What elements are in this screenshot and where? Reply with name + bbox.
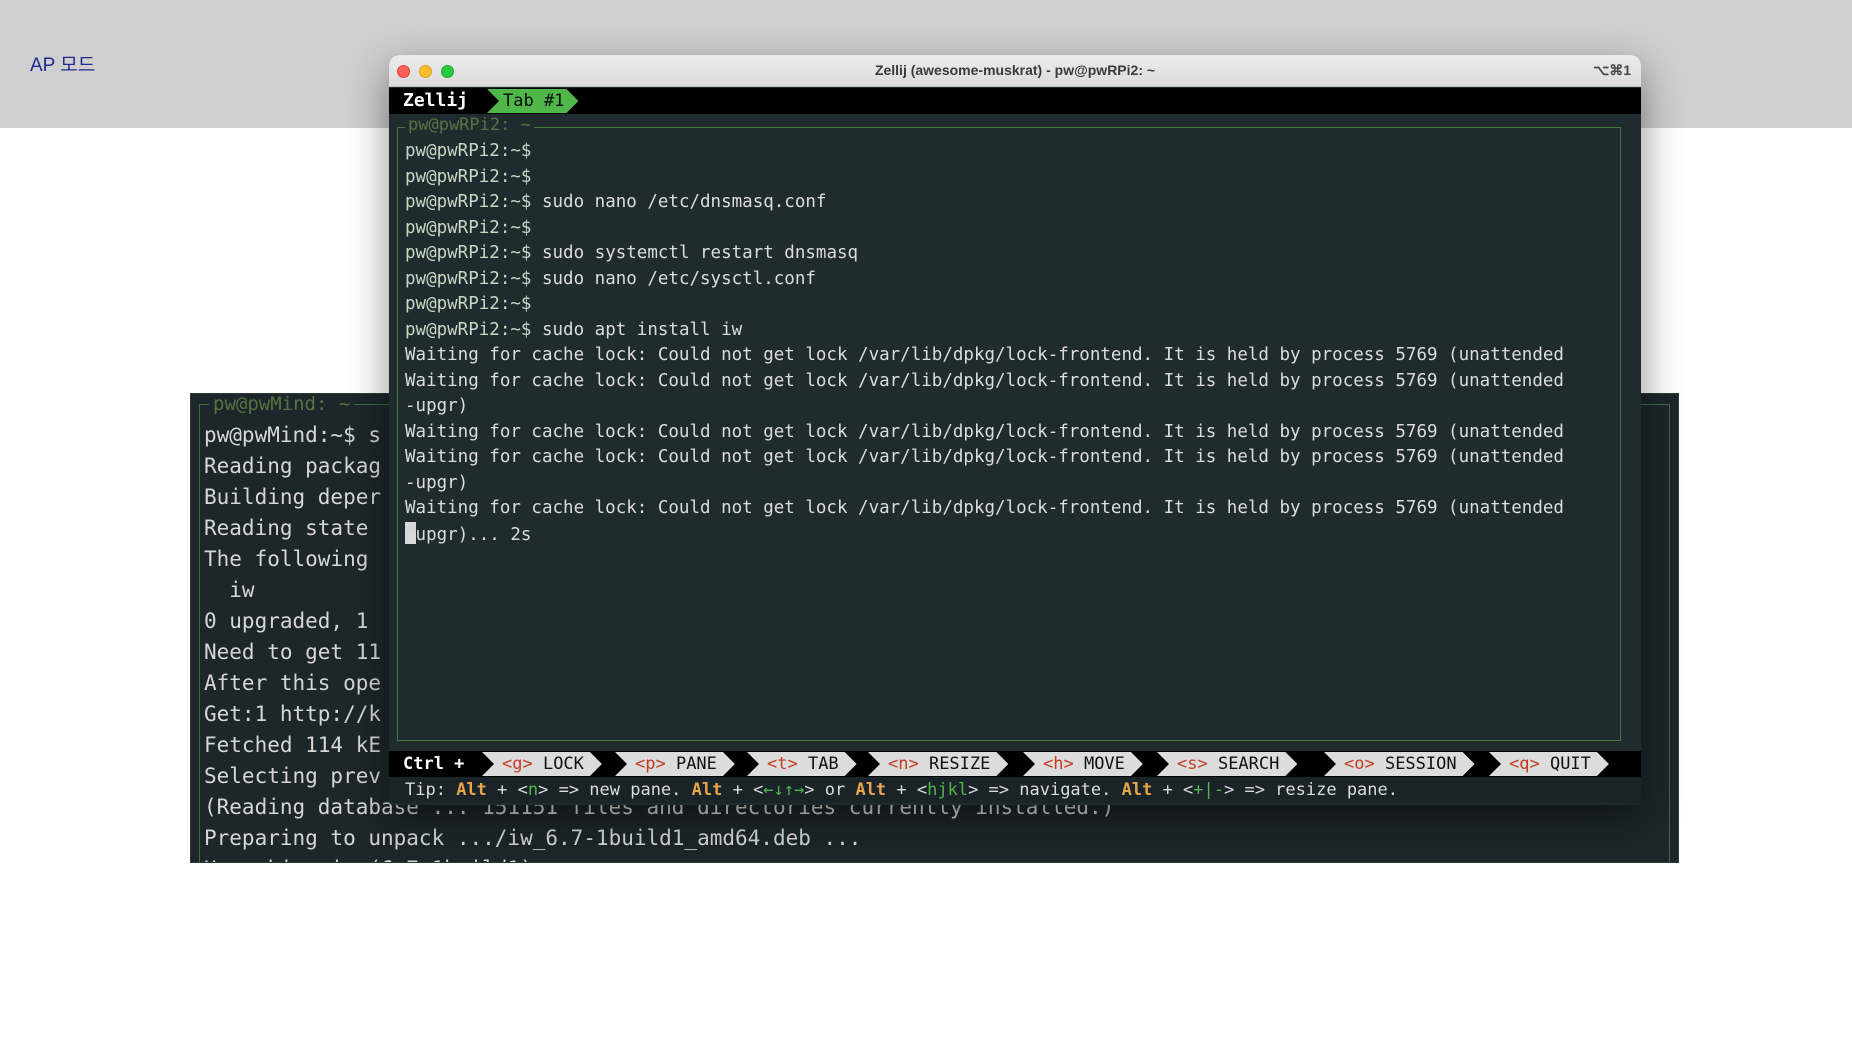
lock-mode-button[interactable]: <g> LOCK [482, 752, 602, 776]
terminal-line: pw@pwRPi2:~$ sudo nano /etc/sysctl.conf [405, 267, 1633, 293]
prompt: pw@pwRPi2:~$ [405, 217, 532, 238]
session-mode-button[interactable]: <o> SESSION [1324, 752, 1475, 776]
prompt: pw@pwRPi2:~$ [405, 141, 532, 161]
background-pane-title: pw@pwMind: ~ [209, 394, 355, 414]
terminal-line: Unpacking iw (6.7-1build1) ... [204, 854, 1668, 862]
quit-button[interactable]: <q> QUIT [1489, 752, 1609, 776]
terminal-line: Waiting for cache lock: Could not get lo… [405, 420, 1633, 446]
output-text: Waiting for cache lock: Could not get lo… [405, 370, 1564, 391]
output-text: Waiting for cache lock: Could not get lo… [405, 421, 1564, 442]
zellij-tip-bar: Tip: Alt + <n> => new pane. Alt + <←↓↑→>… [389, 777, 1641, 803]
prompt: pw@pwRPi2:~$ [405, 166, 532, 187]
resize-mode-button[interactable]: <n> RESIZE [868, 752, 1008, 776]
terminal-line: Waiting for cache lock: Could not get lo… [405, 343, 1633, 369]
window-title: Zellij (awesome-muskrat) - pw@pwRPi2: ~ [874, 62, 1156, 78]
page-label: AP 모드 [30, 55, 96, 76]
terminal-line: pw@pwRPi2:~$ sudo apt install iw [405, 318, 1633, 344]
command: sudo apt install iw [531, 319, 743, 340]
terminal-output: pw@pwRPi2:~$ pw@pwRPi2:~$ pw@pwRPi2:~$ s… [405, 139, 1633, 547]
prompt: pw@pwRPi2:~$ [405, 243, 532, 263]
terminal-line: Waiting for cache lock: Could not get lo… [405, 445, 1633, 471]
pane-title: pw@pwRPi2: ~ [405, 114, 534, 136]
output-text: -upgr) [405, 472, 469, 493]
tab-mode-button[interactable]: <t> TAB [747, 752, 857, 776]
pane-mode-button[interactable]: <p> PANE [615, 752, 735, 776]
output-text: -upgr) [405, 396, 469, 416]
output-text: Waiting for cache lock: Could not get lo… [405, 498, 1564, 518]
output-text: upgr)... 2s [415, 524, 532, 545]
terminal-line: pw@pwRPi2:~$ sudo systemctl restart dnsm… [405, 241, 1633, 267]
window-titlebar[interactable]: Zellij (awesome-muskrat) - pw@pwRPi2: ~ … [389, 55, 1641, 87]
terminal-line: pw@pwRPi2:~$ [405, 216, 1633, 242]
terminal-line: pw@pwRPi2:~$ sudo nano /etc/dnsmasq.conf [405, 190, 1633, 216]
terminal-line: pw@pwRPi2:~$ [405, 139, 1633, 165]
terminal-line: -upgr) [405, 471, 1633, 497]
terminal-line: pw@pwRPi2:~$ [405, 165, 1633, 191]
terminal-line: Preparing to unpack .../iw_6.7-1build1_a… [204, 826, 862, 850]
command: sudo nano /etc/sysctl.conf [531, 268, 816, 289]
tip-text: Tip: Alt + <n> => new pane. Alt + <←↓↑→>… [405, 780, 1398, 800]
command: sudo nano /etc/dnsmasq.conf [531, 192, 827, 212]
prompt: pw@pwRPi2:~$ [405, 268, 532, 289]
ctrl-modifier: Ctrl + [403, 754, 465, 774]
tab-1[interactable]: Tab #1 [487, 89, 578, 113]
prompt: pw@pwRPi2:~$ [405, 319, 532, 340]
window-shortcut: ⌥⌘1 [1593, 62, 1631, 78]
zellij-tab-bar: Zellij Tab #1 [389, 88, 1641, 114]
search-mode-button[interactable]: <s> SEARCH [1157, 752, 1297, 776]
move-mode-button[interactable]: <h> MOVE [1023, 752, 1143, 776]
zellij-status-bar: Ctrl + <g> LOCK <p> PANE <t> TAB <n> RES… [389, 751, 1641, 777]
command: sudo systemctl restart dnsmasq [531, 243, 859, 263]
terminal-line: -upgr) [405, 394, 1633, 420]
terminal-window[interactable]: Zellij (awesome-muskrat) - pw@pwRPi2: ~ … [389, 55, 1641, 805]
terminal-line: pw@pwRPi2:~$ [405, 292, 1633, 318]
cursor-char: - [405, 524, 416, 545]
prompt: pw@pwRPi2:~$ [405, 192, 532, 212]
terminal-line: Waiting for cache lock: Could not get lo… [405, 369, 1633, 395]
zellij-brand: Zellij [395, 88, 477, 114]
terminal-line: Waiting for cache lock: Could not get lo… [405, 496, 1633, 522]
output-text: Waiting for cache lock: Could not get lo… [405, 447, 1564, 467]
prompt: pw@pwRPi2:~$ [405, 294, 532, 314]
output-text: Waiting for cache lock: Could not get lo… [405, 345, 1564, 365]
terminal-line-current: -upgr)... 2s [405, 521, 1633, 548]
